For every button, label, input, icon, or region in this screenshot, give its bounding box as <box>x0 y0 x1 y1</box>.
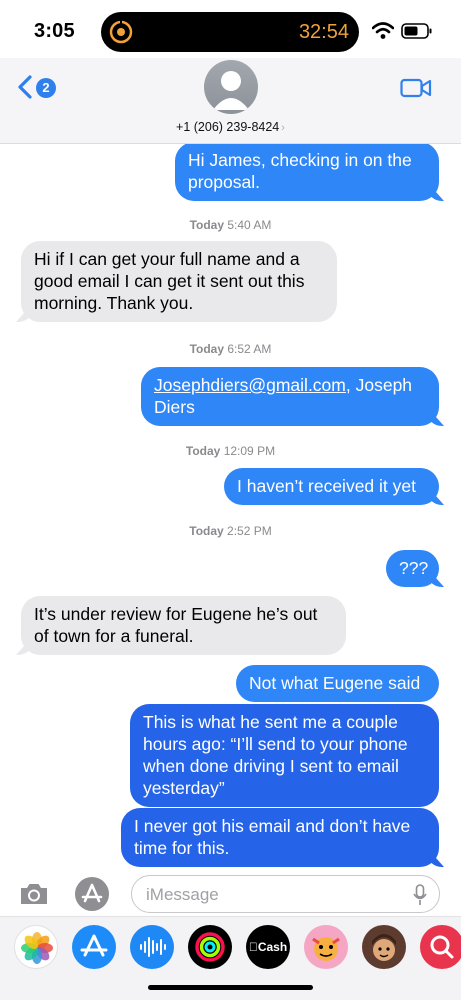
message-bubble-outgoing[interactable]: This is what he sent me a couple hours a… <box>130 704 439 807</box>
apple-cash-icon[interactable]: Cash <box>246 925 290 969</box>
person-icon <box>213 71 249 110</box>
compose-bar <box>0 872 461 916</box>
imessage-field[interactable] <box>131 875 440 913</box>
message-bubble-outgoing[interactable]: I haven’t received it yet <box>224 468 439 505</box>
timestamp: Today 12:09 PM <box>185 444 276 458</box>
back-button[interactable]: 2 <box>16 72 56 104</box>
app-drawer-button[interactable] <box>75 877 109 911</box>
timestamp: Today 2:52 PM <box>189 524 272 538</box>
memoji-icon[interactable] <box>304 925 348 969</box>
chevron-left-icon <box>18 75 32 99</box>
timestamp: Today 6:52 AM <box>189 342 272 356</box>
status-time: 3:05 <box>34 20 75 42</box>
message-bubble-outgoing[interactable]: Hi James, checking in on the proposal. <box>175 144 439 201</box>
fitness-icon[interactable] <box>188 925 232 969</box>
message-bubble-incoming[interactable]: It’s under review for Eugene he’s out of… <box>21 596 346 655</box>
contact-number: +1 (206) 239-8424 <box>176 120 280 134</box>
battery-icon <box>401 23 432 39</box>
wifi-icon <box>372 22 394 39</box>
memoji-icon-2[interactable] <box>362 925 406 969</box>
timestamp: Today 5:40 AM <box>189 218 272 232</box>
message-bubble-outgoing[interactable]: Josephdiers@gmail.com, Joseph Diers <box>141 367 439 426</box>
app-store-icon[interactable] <box>72 925 116 969</box>
avatar[interactable] <box>204 60 258 114</box>
status-bar: 3:05 32:54 <box>0 0 461 60</box>
chevron-right-icon: › <box>281 122 285 134</box>
message-thread[interactable]: Hi James, checking in on the proposal. T… <box>0 144 461 872</box>
dynamic-island[interactable]: 32:54 <box>101 12 359 52</box>
camera-icon[interactable] <box>18 881 50 907</box>
message-bubble-outgoing[interactable]: I never got his email and don’t have tim… <box>121 808 439 867</box>
timer-readout: 32:54 <box>298 21 349 43</box>
photos-icon[interactable] <box>14 925 58 969</box>
timer-ring-icon <box>109 20 133 44</box>
email-link[interactable]: Josephdiers@gmail.com <box>154 375 346 395</box>
microphone-icon[interactable] <box>413 884 427 906</box>
message-bubble-incoming[interactable]: Hi if I can get your full name and a goo… <box>21 241 337 322</box>
message-input[interactable] <box>146 884 396 906</box>
contact-name[interactable]: +1 (206) 239-8424 › <box>0 120 461 134</box>
unread-badge: 2 <box>36 78 56 98</box>
apple-logo-icon:  <box>249 940 258 954</box>
audio-message-icon[interactable] <box>130 925 174 969</box>
message-bubble-outgoing[interactable]: Not what Eugene said <box>236 665 439 702</box>
app-store-icon <box>81 883 103 903</box>
search-images-icon[interactable] <box>420 925 461 969</box>
conversation-header: 2 +1 (206) 239-8424 › <box>0 58 461 144</box>
facetime-video-icon[interactable] <box>400 77 432 99</box>
home-indicator[interactable] <box>148 985 313 990</box>
message-bubble-outgoing[interactable]: ??? <box>386 550 439 587</box>
